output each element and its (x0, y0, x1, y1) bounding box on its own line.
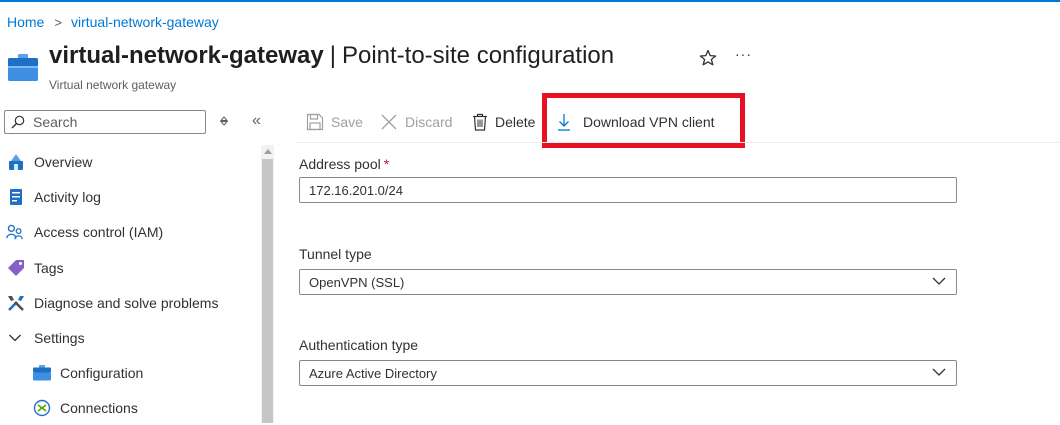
scrollbar-thumb[interactable] (262, 159, 273, 423)
breadcrumb: Home > virtual-network-gateway (7, 12, 219, 32)
address-pool-input[interactable]: 172.16.201.0/24 (299, 177, 957, 203)
authentication-type-value: Azure Active Directory (309, 365, 437, 381)
delete-button[interactable]: Delete (472, 106, 535, 138)
sidebar-item-label: Activity log (34, 189, 101, 205)
sort-icon[interactable] (219, 114, 229, 128)
page-name: Point-to-site configuration (341, 42, 615, 69)
sidebar-item-label: Access control (IAM) (34, 224, 164, 240)
search-icon (11, 115, 25, 129)
sidebar-item-overview[interactable]: Overview (0, 145, 258, 179)
sidebar-scrollbar[interactable] (261, 145, 274, 423)
title-separator: | (329, 42, 336, 69)
download-highlight-annotation (542, 93, 745, 148)
collapse-sidebar-icon[interactable]: « (252, 112, 261, 130)
save-icon (306, 113, 324, 131)
sidebar-item-label: Configuration (60, 365, 144, 381)
tunnel-type-label: Tunnel type (299, 246, 372, 262)
address-pool-label: Address pool * (299, 156, 389, 172)
save-label: Save (331, 114, 363, 130)
scroll-up-icon[interactable] (264, 149, 272, 154)
sidebar-item-configuration[interactable]: Configuration (0, 356, 258, 390)
connections-icon (33, 399, 51, 417)
overview-icon (7, 153, 25, 171)
iam-icon (6, 223, 24, 241)
required-marker: * (383, 156, 390, 172)
breadcrumb-home-link[interactable]: Home (7, 14, 44, 30)
configuration-icon (33, 364, 51, 382)
authentication-type-dropdown[interactable]: Azure Active Directory (299, 360, 957, 386)
virtual-network-gateway-icon (8, 54, 38, 81)
chevron-down-icon (932, 368, 946, 376)
chevron-right-icon: > (54, 14, 62, 30)
search-box[interactable] (4, 110, 206, 134)
page-title: virtual-network-gateway | Point-to-site … (49, 42, 614, 70)
star-icon[interactable] (698, 48, 718, 68)
activity-log-icon (7, 188, 25, 206)
sidebar-group-label: Settings (34, 330, 85, 346)
sidebar-item-tags[interactable]: Tags (0, 251, 258, 285)
close-icon (381, 114, 397, 130)
authentication-type-label: Authentication type (299, 337, 419, 353)
resource-name: virtual-network-gateway (49, 42, 324, 69)
wrench-icon (7, 294, 25, 312)
tunnel-type-dropdown[interactable]: OpenVPN (SSL) (299, 269, 957, 295)
sidebar-item-connections[interactable]: Connections (0, 391, 258, 425)
chevron-down-icon (6, 329, 24, 347)
tunnel-type-value: OpenVPN (SSL) (309, 274, 405, 290)
sidebar-item-activity-log[interactable]: Activity log (0, 180, 258, 214)
sidebar-item-label: Connections (60, 400, 138, 416)
toolbar-divider (296, 142, 1060, 143)
sidebar-item-diagnose[interactable]: Diagnose and solve problems (0, 286, 258, 320)
top-accent-line (0, 0, 1060, 2)
search-input[interactable] (31, 113, 205, 131)
discard-label: Discard (405, 114, 453, 130)
address-pool-label-text: Address pool (299, 156, 381, 172)
save-button[interactable]: Save (306, 106, 363, 138)
sidebar-item-label: Tags (34, 260, 64, 276)
sidebar-item-iam[interactable]: Access control (IAM) (0, 215, 258, 249)
sidebar-item-label: Diagnose and solve problems (34, 295, 219, 311)
chevron-down-icon (932, 277, 946, 285)
breadcrumb-resource-link[interactable]: virtual-network-gateway (71, 14, 219, 30)
delete-label: Delete (495, 114, 536, 130)
discard-button[interactable]: Discard (380, 106, 452, 138)
tag-icon (7, 259, 25, 277)
trash-icon (473, 113, 487, 131)
sidebar-group-settings[interactable]: Settings (0, 321, 258, 355)
resource-type-subtitle: Virtual network gateway (49, 78, 177, 92)
more-icon[interactable]: ··· (735, 46, 752, 62)
sidebar-item-label: Overview (34, 154, 93, 170)
